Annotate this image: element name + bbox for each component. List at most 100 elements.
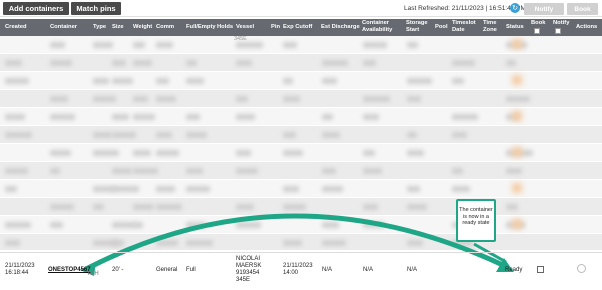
blurred-cell [236, 150, 251, 156]
blurred-cell [5, 60, 22, 66]
col-container[interactable]: Container [50, 24, 77, 31]
col-timeslot-date[interactable]: Timeslot Date [452, 20, 478, 33]
match-pins-button[interactable]: Match pins [71, 2, 121, 15]
blurred-row [0, 234, 602, 250]
blurred-cell [186, 132, 207, 138]
blurred-cell [93, 96, 116, 102]
blurred-cell [506, 204, 518, 210]
blurred-cell [112, 186, 139, 192]
blurred-row [0, 198, 602, 215]
book-checkbox[interactable] [537, 266, 544, 273]
blurred-cell [407, 150, 424, 156]
col-full-empty[interactable]: Full/Empty [186, 24, 216, 31]
col-size[interactable]: Size [112, 24, 124, 31]
container-link[interactable]: ONESTOP4567 [48, 267, 91, 274]
blurred-cell [133, 42, 145, 48]
cell-vessel: NICOLAI MAERSK 9193454 345E [236, 256, 262, 283]
book-button[interactable]: Book [567, 3, 598, 15]
col-container-availability[interactable]: Container Availability [362, 20, 402, 33]
blurred-row [0, 36, 602, 53]
blurred-cell [363, 42, 387, 48]
col-book[interactable]: Book [531, 20, 546, 27]
blurred-cell [322, 114, 333, 120]
col-weight[interactable]: Weight [133, 24, 152, 31]
blurred-cell [407, 132, 417, 138]
blurred-cell [236, 114, 255, 120]
table-row[interactable]: 21/11/2023 16:18:44 ONESTOP4567 rCH 20' … [0, 252, 602, 286]
blurred-cell [156, 78, 169, 84]
blurred-status [512, 147, 522, 157]
blurred-cell [5, 240, 20, 246]
blurred-cell [156, 204, 182, 210]
blurred-cell [5, 114, 25, 120]
col-time-zone[interactable]: Time Zone [483, 20, 499, 33]
blurred-cell [156, 42, 173, 48]
blurred-cell [50, 114, 75, 120]
blurred-cell [322, 78, 337, 84]
blurred-cell [112, 132, 136, 138]
blurred-cell [452, 132, 467, 138]
blurred-cell [5, 222, 31, 228]
blurred-cell [407, 42, 418, 48]
blurred-cell [50, 60, 72, 66]
blurred-cell [50, 96, 68, 102]
blurred-cell [322, 186, 343, 192]
refresh-icon[interactable]: ↻ [510, 3, 520, 13]
col-comm[interactable]: Comm [156, 24, 174, 31]
cell-full-empty: Full [186, 267, 196, 273]
last-refreshed-label: Last Refreshed: 21/11/2023 | 16:51:49 PM [404, 5, 526, 12]
blurred-cell [133, 150, 151, 156]
blurred-rows [0, 36, 602, 250]
col-notify[interactable]: Notify [553, 20, 569, 27]
blurred-cell [50, 204, 74, 210]
col-vessel[interactable]: Vessel [236, 24, 254, 31]
blurred-cell [186, 60, 197, 66]
blurred-cell [133, 96, 148, 102]
col-type[interactable]: Type [93, 24, 106, 31]
blurred-cell [50, 150, 71, 156]
blurred-cell [236, 96, 248, 102]
blurred-cell [363, 204, 378, 210]
cell-container-availability: N/A [363, 267, 374, 273]
blurred-cell [452, 114, 478, 120]
blurred-row [0, 72, 602, 89]
blurred-cell [283, 240, 302, 246]
col-pool[interactable]: Pool [435, 24, 448, 31]
gear-icon[interactable] [577, 264, 586, 273]
blurred-cell [452, 168, 463, 174]
blurred-cell [133, 168, 158, 174]
cell-comm: General [156, 267, 178, 273]
blurred-cell [156, 96, 176, 102]
col-exp-cutoff[interactable]: Exp Cutoff [283, 24, 312, 31]
blurred-cell [363, 222, 385, 228]
blurred-cell [5, 168, 28, 174]
blurred-cell [322, 222, 339, 228]
col-created[interactable]: Created [5, 24, 27, 31]
blurred-cell [112, 78, 133, 84]
blurred-cell [156, 150, 179, 156]
blurred-cell [186, 186, 210, 192]
cell-est-discharge: N/A [322, 267, 333, 273]
blurred-cell [93, 132, 112, 138]
col-status[interactable]: Status [506, 24, 524, 31]
add-containers-button[interactable]: Add containers [3, 2, 69, 15]
notify-all-checkbox[interactable] [555, 28, 561, 34]
blurred-cell [283, 132, 296, 138]
book-all-checkbox[interactable] [534, 28, 540, 34]
col-storage-start[interactable]: Storage Start [406, 20, 428, 33]
blurred-cell [5, 132, 32, 138]
blurred-cell [363, 96, 390, 102]
col-actions[interactable]: Actions [576, 24, 597, 31]
status-badge: Ready [505, 267, 523, 273]
blurred-cell [452, 60, 475, 66]
blurred-cell [186, 78, 204, 84]
notify-button[interactable]: Notify [524, 3, 564, 15]
col-holds[interactable]: Holds [217, 24, 233, 31]
blurred-cell [283, 42, 297, 48]
blurred-row [0, 54, 602, 71]
col-est-discharge[interactable]: Est Discharge [321, 24, 360, 31]
cell-type: rCH [88, 271, 99, 277]
col-pin[interactable]: Pin [271, 24, 280, 31]
cell-exp-cutoff: 21/11/2023 14:00 [283, 263, 313, 276]
blurred-cell [5, 78, 29, 84]
